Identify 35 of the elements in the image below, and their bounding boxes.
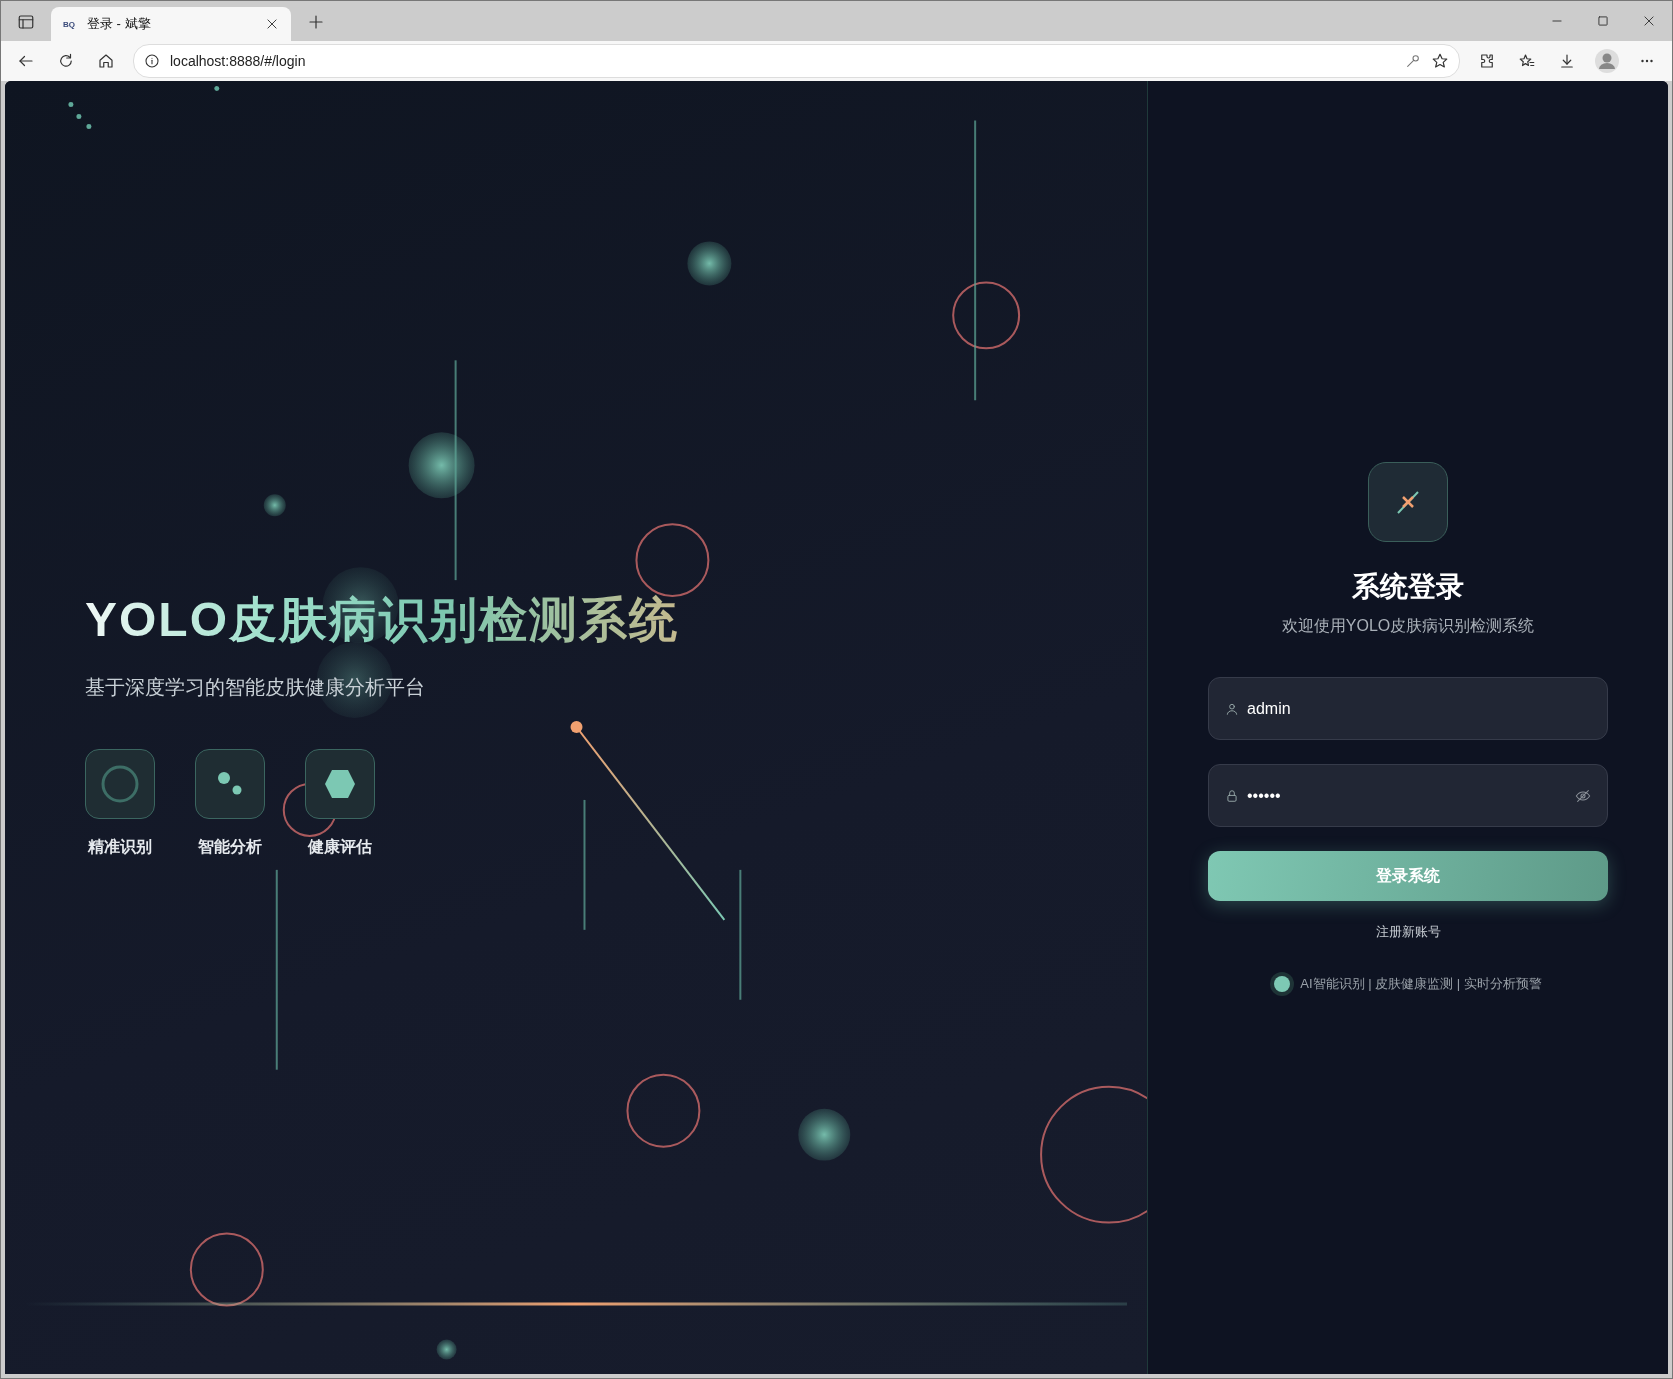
register-link[interactable]: 注册新账号 [1375,923,1441,941]
login-subtitle: 欢迎使用YOLO皮肤病识别检测系统 [1281,616,1535,636]
feature-tagline: AI智能识别 | 皮肤健康监测 | 实时分析预警 [1300,975,1542,993]
tab-title: 登录 - 斌擎 [87,15,152,33]
star-icon[interactable] [1431,52,1449,70]
url-text: localhost:8888/#/login [170,53,307,69]
download-icon[interactable] [1558,52,1576,70]
eye-off-icon[interactable] [1575,787,1591,804]
puzzle-icon[interactable] [1478,52,1496,70]
reload-icon[interactable] [57,52,75,70]
home-icon[interactable] [97,52,115,70]
sidebar-icon[interactable] [17,13,35,31]
hero-subtitle: 基于深度学习的智能皮肤健康分析平台 [85,674,426,700]
browser-tab[interactable]: BQ 登录 - 斌擎 [51,7,291,41]
plus-icon[interactable] [307,13,325,31]
feature-label: 精准识别 [88,836,152,857]
login-title: 系统登录 [1352,570,1464,604]
maximize-icon[interactable] [1596,14,1610,28]
feature-label: 健康评估 [308,836,372,857]
close-icon[interactable] [265,17,279,31]
avatar-icon[interactable] [1595,49,1619,73]
feature-label: 智能分析 [198,836,262,857]
lock-icon [1225,788,1239,803]
info-icon [144,53,160,69]
dots-icon [217,770,243,797]
address-bar[interactable]: localhost:8888/#/login [133,44,1460,78]
ring-icon [100,763,140,804]
username-input[interactable]: admin [1247,699,1591,718]
hexagon-icon [324,768,356,799]
status-dot [1274,976,1291,992]
favicon: BQ [63,19,75,29]
cross-icon [1395,489,1421,515]
password-input[interactable]: •••••• [1247,786,1567,805]
close-icon[interactable] [1642,14,1656,28]
user-icon [1225,701,1239,716]
